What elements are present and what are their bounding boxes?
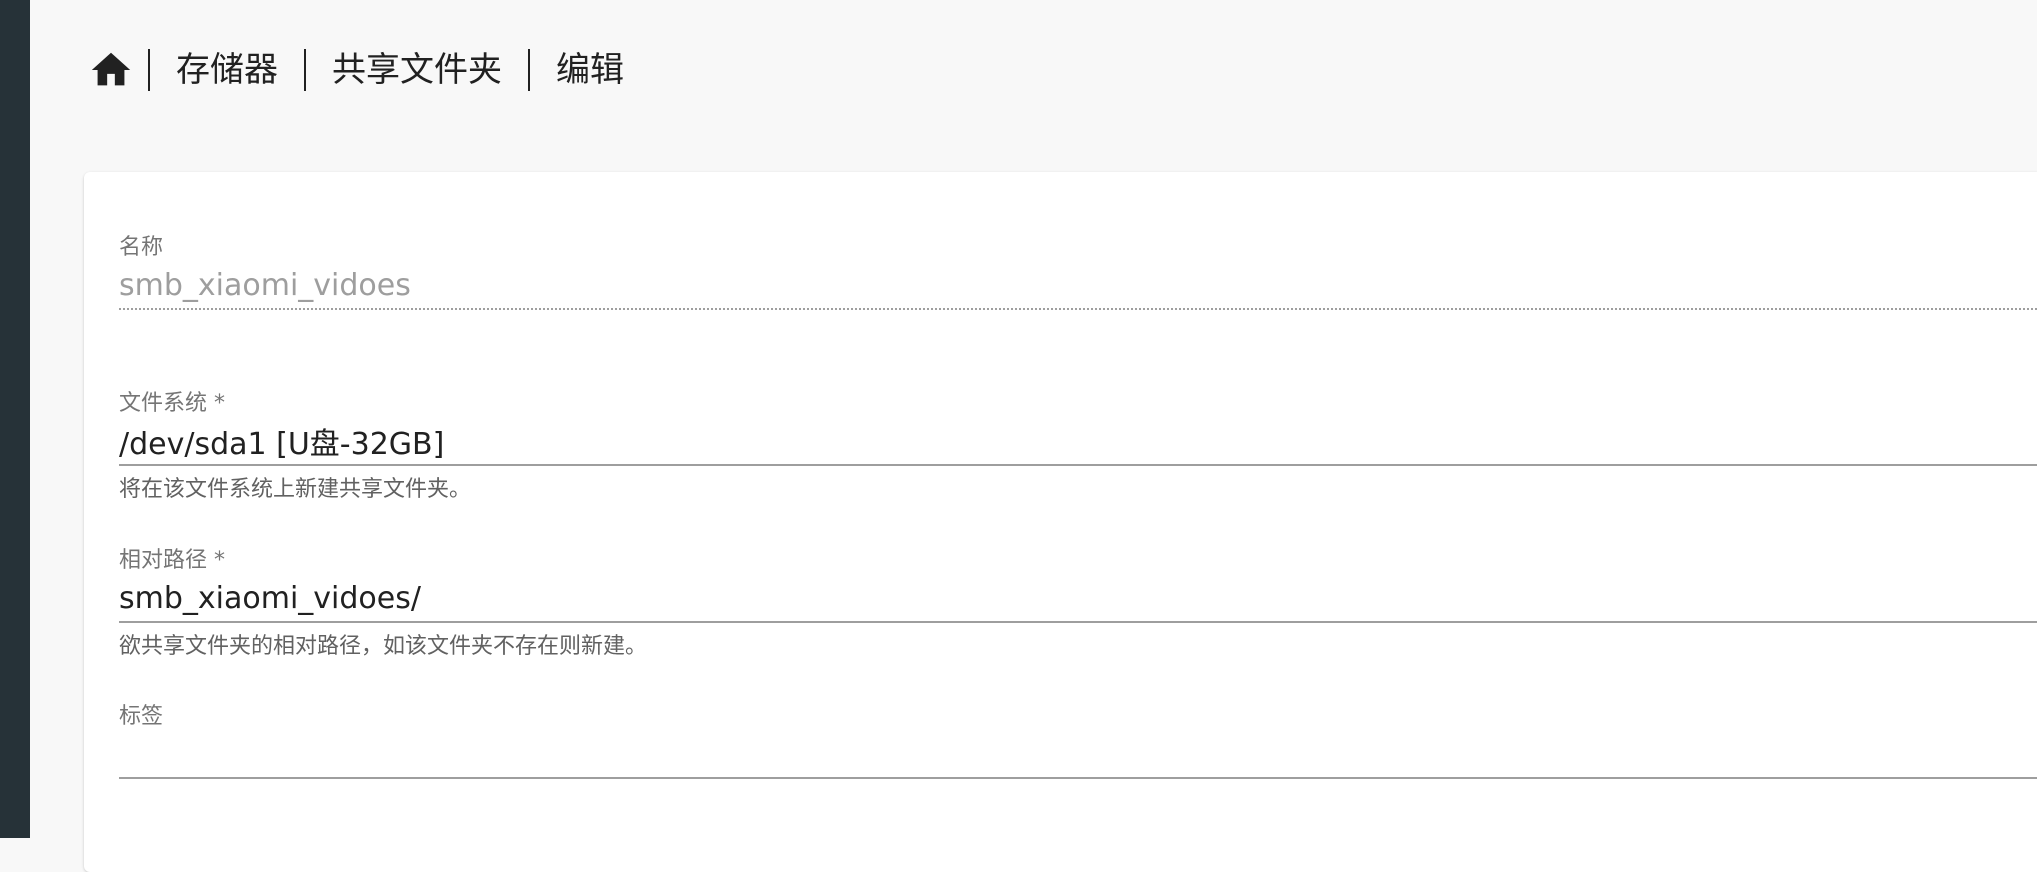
- breadcrumb-shared-folders[interactable]: 共享文件夹: [332, 48, 502, 92]
- name-field: 名称: [119, 234, 2037, 310]
- filesystem-select[interactable]: [119, 418, 2037, 464]
- breadcrumb-separator: [148, 49, 150, 91]
- tags-input[interactable]: [119, 731, 2037, 777]
- edit-form-card: 名称 文件系统 * 将在该文件系统上新建共享文件夹。 相对路径 * 欲共享文件夹…: [84, 172, 2037, 872]
- filesystem-underline: [119, 464, 2037, 466]
- relative-path-label: 相对路径 *: [119, 548, 225, 573]
- tags-field: 标签: [119, 703, 2037, 779]
- relative-path-underline: [119, 621, 2037, 623]
- relative-path-input[interactable]: [119, 575, 2037, 621]
- relative-path-hint: 欲共享文件夹的相对路径，如该文件夹不存在则新建。: [119, 634, 648, 659]
- name-input: [119, 262, 2037, 308]
- home-icon: [91, 52, 131, 86]
- relative-path-field: 相对路径 * 欲共享文件夹的相对路径，如该文件夹不存在则新建。: [119, 547, 2037, 661]
- filesystem-label: 文件系统 *: [119, 391, 225, 416]
- breadcrumb-separator: [304, 49, 306, 91]
- sidebar-edge: [0, 0, 30, 838]
- filesystem-field: 文件系统 * 将在该文件系统上新建共享文件夹。: [119, 390, 2037, 504]
- tags-underline: [119, 777, 2037, 779]
- breadcrumb-separator: [528, 49, 530, 91]
- home-button[interactable]: [88, 47, 134, 93]
- name-label: 名称: [119, 235, 164, 260]
- breadcrumb-edit: 编辑: [556, 50, 624, 90]
- tags-label: 标签: [119, 704, 164, 729]
- breadcrumb: 存储器 共享文件夹 编辑: [88, 38, 650, 102]
- filesystem-hint: 将在该文件系统上新建共享文件夹。: [119, 477, 472, 502]
- breadcrumb-storage[interactable]: 存储器: [176, 48, 278, 92]
- name-underline: [119, 308, 2037, 310]
